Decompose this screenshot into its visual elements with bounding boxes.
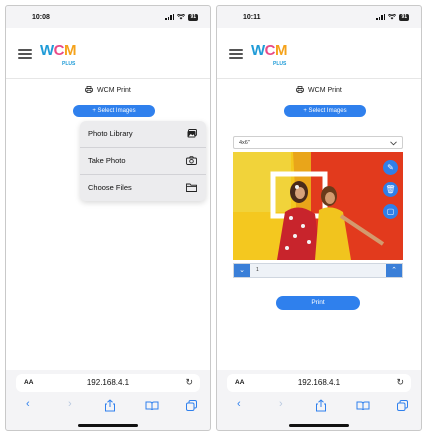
print-title: WCM Print [217, 86, 421, 94]
address-bar[interactable]: AA 192.168.4.1 ↻ [227, 374, 411, 392]
image-count: 1 [256, 267, 259, 273]
page-content: WCM Print + Select Images Photo Library … [6, 79, 210, 370]
delete-icon[interactable]: 🗑 [383, 182, 398, 197]
paper-size-select[interactable]: 4x6" [233, 136, 403, 149]
chevron-down-button[interactable]: ⌄ [234, 264, 250, 277]
status-bar: 10:08 91 [6, 6, 210, 28]
printer-icon [296, 86, 304, 93]
home-indicator [289, 424, 349, 427]
logo-plus: PLUS [273, 61, 287, 67]
share-icon[interactable] [315, 399, 327, 412]
status-icons: 91 [165, 13, 198, 21]
wifi-icon [177, 14, 186, 20]
photo-library-icon [187, 129, 197, 138]
app-header: WCM PLUS [6, 28, 210, 79]
print-button[interactable]: Print [276, 296, 360, 310]
menu-item-choose-files[interactable]: Choose Files [80, 175, 206, 201]
select-images-button[interactable]: + Select Images [73, 105, 155, 117]
photo-image [233, 152, 403, 260]
paper-size-value: 4x6" [239, 140, 250, 146]
status-time: 10:08 [32, 13, 50, 21]
forward-icon[interactable]: › [279, 398, 283, 410]
logo-w: W [40, 42, 54, 59]
logo-c: C [264, 42, 276, 59]
logo-c: C [53, 42, 65, 59]
tabs-icon[interactable] [397, 400, 408, 411]
address-bar[interactable]: AA 192.168.4.1 ↻ [16, 374, 200, 392]
crop-icon[interactable]: ▢ [383, 204, 398, 219]
reload-icon[interactable]: ↻ [185, 377, 193, 388]
print-title-text: WCM Print [308, 87, 342, 94]
share-icon[interactable] [104, 399, 116, 412]
print-title-text: WCM Print [97, 87, 131, 94]
status-time: 10:11 [243, 13, 261, 21]
status-icons: 91 [376, 13, 409, 21]
logo-m: M [275, 42, 288, 59]
wifi-icon [388, 14, 397, 20]
menu-item-label: Photo Library [88, 129, 133, 138]
home-indicator [78, 424, 138, 427]
browser-toolbar: ‹ › [6, 398, 210, 418]
menu-icon[interactable] [18, 49, 32, 59]
logo-plus: PLUS [62, 61, 76, 67]
url-text: 192.168.4.1 [86, 378, 130, 387]
image-controls-bar: ⌄ 1 ⌃ [233, 263, 403, 278]
menu-item-label: Take Photo [88, 156, 126, 165]
forward-icon[interactable]: › [68, 398, 72, 410]
menu-icon[interactable] [229, 49, 243, 59]
menu-item-take-photo[interactable]: Take Photo [80, 148, 206, 175]
photo-preview[interactable]: ✎ 🗑 ▢ [233, 152, 403, 260]
chevron-up-button[interactable]: ⌃ [386, 264, 402, 277]
logo-w: W [251, 42, 265, 59]
menu-item-photo-library[interactable]: Photo Library [80, 121, 206, 148]
back-icon[interactable]: ‹ [26, 398, 30, 410]
print-title: WCM Print [6, 86, 210, 94]
signal-icon [165, 14, 175, 20]
chevron-down-icon [390, 141, 397, 146]
logo: WCM [251, 42, 288, 59]
bookmarks-icon[interactable] [356, 401, 370, 411]
phone-screen-right: 10:11 91 WCM PLUS WCM Print + Select Ima… [216, 5, 422, 431]
page-content: WCM Print + Select Images 4x6" ✎ 🗑 ▢ ⌄ 1… [217, 79, 421, 370]
tabs-icon[interactable] [186, 400, 197, 411]
battery-icon: 91 [399, 13, 409, 21]
status-bar: 10:11 91 [217, 6, 421, 28]
phone-screen-left: 10:08 91 WCM PLUS WCM Print + Select Ima… [5, 5, 211, 431]
reload-icon[interactable]: ↻ [396, 377, 404, 388]
battery-icon: 91 [188, 13, 198, 21]
camera-icon [186, 156, 197, 165]
select-images-button[interactable]: + Select Images [284, 105, 366, 117]
browser-toolbar: ‹ › [217, 398, 421, 418]
logo: WCM [40, 42, 77, 59]
url-text: 192.168.4.1 [297, 378, 341, 387]
app-header: WCM PLUS [217, 28, 421, 79]
edit-icon[interactable]: ✎ [383, 160, 398, 175]
bookmarks-icon[interactable] [145, 401, 159, 411]
signal-icon [376, 14, 386, 20]
printer-icon [85, 86, 93, 93]
logo-m: M [64, 42, 77, 59]
image-source-menu: Photo Library Take Photo Choose Files [80, 121, 206, 201]
menu-item-label: Choose Files [88, 183, 132, 192]
folder-icon [186, 183, 197, 192]
back-icon[interactable]: ‹ [237, 398, 241, 410]
